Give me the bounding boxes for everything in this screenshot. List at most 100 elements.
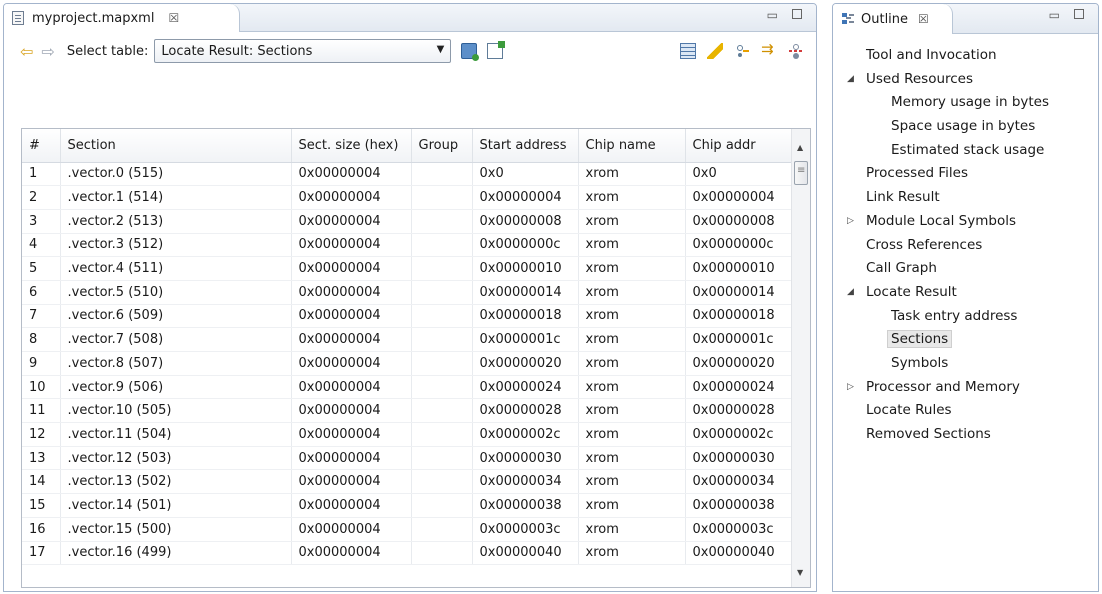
column-header-chip-name[interactable]: Chip name [578, 129, 686, 163]
vertical-scrollbar[interactable]: ▲ ▼ [791, 129, 810, 587]
cell-index: 10 [22, 375, 61, 400]
column-header-index[interactable]: # [22, 129, 61, 163]
table-row[interactable]: 17 .vector.16 (499) 0x00000004 0x00000040 xr… [22, 541, 793, 566]
outline-item-module-local-symbols[interactable]: ▷ Module Local Symbols [833, 210, 1098, 234]
forward-arrow-icon[interactable]: ⇨ [41, 42, 54, 61]
cell-chip-addr: 0x00000034 [685, 469, 793, 495]
column-header-section[interactable]: Section [60, 129, 292, 163]
import-table-icon[interactable] [487, 41, 506, 59]
outline-item-processor-and-memory[interactable]: ▷ Processor and Memory [833, 376, 1098, 400]
cell-section: .vector.7 (508) [60, 327, 292, 352]
expand-icon[interactable]: ▷ [847, 210, 854, 234]
outline-item-space-usage-in-bytes[interactable]: Space usage in bytes [833, 115, 1098, 139]
cell-size: 0x00000004 [291, 469, 412, 495]
cell-start-address: 0x0000001c [472, 327, 579, 352]
outline-item-call-graph[interactable]: Call Graph [833, 257, 1098, 281]
table-row[interactable]: 8 .vector.7 (508) 0x00000004 0x0000001c xrom… [22, 327, 793, 352]
table-row[interactable]: 5 .vector.4 (511) 0x00000004 0x00000010 xrom… [22, 256, 793, 281]
highlight-brush-icon[interactable] [707, 43, 723, 59]
table-row[interactable]: 1 .vector.0 (515) 0x00000004 0x0 xrom 0x0 [22, 162, 793, 187]
column-header-start-address[interactable]: Start address [472, 129, 579, 163]
outline-item-memory-usage-in-bytes[interactable]: Memory usage in bytes [833, 91, 1098, 115]
table-header-row: # Section Sect. size (hex) Group Start addre… [22, 129, 793, 163]
column-header-size[interactable]: Sect. size (hex) [291, 129, 412, 163]
outline-item-used-resources[interactable]: ◢ Used Resources [833, 68, 1098, 92]
cell-size: 0x00000004 [291, 304, 412, 329]
table-row[interactable]: 9 .vector.8 (507) 0x00000004 0x00000020 xrom… [22, 351, 793, 376]
export-table-icon[interactable] [461, 43, 480, 61]
outline-item-locate-result[interactable]: ◢ Locate Result [833, 281, 1098, 305]
minimize-icon[interactable]: ▭ [1049, 8, 1060, 22]
sections-table-container: # Section Sect. size (hex) Group Start addre… [21, 128, 811, 588]
table-row[interactable]: 16 .vector.15 (500) 0x00000004 0x0000003c xr… [22, 517, 793, 542]
cell-index: 14 [22, 469, 61, 495]
outline-item-tool-and-invocation[interactable]: Tool and Invocation [833, 44, 1098, 68]
column-header-chip-addr[interactable]: Chip addr [685, 129, 793, 163]
table-row[interactable]: 10 .vector.9 (506) 0x00000004 0x00000024 xro… [22, 375, 793, 400]
cell-chip-name: xrom [578, 398, 686, 424]
cell-start-address: 0x0000002c [472, 422, 579, 447]
table-row[interactable]: 3 .vector.2 (513) 0x00000004 0x00000008 xrom… [22, 209, 793, 234]
table-row[interactable]: 12 .vector.11 (504) 0x00000004 0x0000002c xr… [22, 422, 793, 447]
outline-item-label: Call Graph [866, 260, 937, 277]
table-row[interactable]: 2 .vector.1 (514) 0x00000004 0x00000004 xrom… [22, 185, 793, 210]
outline-item-removed-sections[interactable]: Removed Sections [833, 423, 1098, 447]
outline-item-processed-files[interactable]: Processed Files [833, 162, 1098, 186]
outline-item-sections[interactable]: Sections [833, 328, 1098, 352]
editor-tab[interactable]: myproject.mapxml ☒ [4, 4, 240, 32]
outline-tab[interactable]: Outline ☒ [833, 4, 953, 34]
back-arrow-icon[interactable]: ⇦ [20, 42, 33, 61]
maximize-icon[interactable] [792, 8, 802, 22]
scroll-up-icon[interactable]: ▲ [797, 143, 803, 152]
scrollbar-thumb[interactable] [794, 161, 808, 185]
cell-group [411, 398, 473, 424]
outline-item-label: Module Local Symbols [866, 212, 1016, 229]
outline-item-label: Processed Files [866, 165, 969, 182]
table-row[interactable]: 6 .vector.5 (510) 0x00000004 0x00000014 xrom… [22, 280, 793, 305]
cell-group [411, 351, 473, 376]
tree-view-icon[interactable] [734, 43, 750, 59]
outline-item-task-entry-address[interactable]: Task entry address [833, 305, 1098, 329]
table-row[interactable]: 14 .vector.13 (502) 0x00000004 0x00000034 xr… [22, 469, 793, 495]
scroll-down-icon[interactable]: ▼ [797, 568, 803, 577]
cell-chip-addr: 0x0000001c [685, 327, 793, 352]
close-icon[interactable]: ☒ [168, 11, 179, 25]
outline-item-link-result[interactable]: Link Result [833, 186, 1098, 210]
column-header-group[interactable]: Group [411, 129, 473, 163]
cell-section: .vector.3 (512) [60, 233, 292, 258]
table-row[interactable]: 15 .vector.14 (501) 0x00000004 0x00000038 xr… [22, 493, 793, 518]
collapse-icon[interactable]: ◢ [847, 281, 854, 305]
merge-arrows-icon[interactable] [761, 40, 777, 59]
outline-item-estimated-stack-usage[interactable]: Estimated stack usage [833, 139, 1098, 163]
cell-section: .vector.14 (501) [60, 493, 292, 518]
outline-item-cross-references[interactable]: Cross References [833, 234, 1098, 258]
cell-start-address: 0x00000030 [472, 446, 579, 471]
outline-item-symbols[interactable]: Symbols [833, 352, 1098, 376]
cell-chip-addr: 0x00000020 [685, 351, 793, 376]
split-icon[interactable] [788, 43, 804, 59]
collapse-icon[interactable]: ◢ [847, 68, 854, 92]
cell-section: .vector.11 (504) [60, 422, 292, 447]
outline-item-locate-rules[interactable]: Locate Rules [833, 399, 1098, 423]
cell-chip-name: xrom [578, 162, 686, 187]
mapxml-editor: myproject.mapxml ☒ ▭ ⇦ ⇨ Select table: L… [3, 3, 817, 592]
cell-chip-name: xrom [578, 541, 686, 566]
cell-group [411, 280, 473, 305]
close-icon[interactable]: ☒ [918, 12, 929, 26]
table-row[interactable]: 11 .vector.10 (505) 0x00000004 0x00000028 xr… [22, 398, 793, 424]
minimize-icon[interactable]: ▭ [767, 8, 778, 22]
maximize-icon[interactable] [1074, 8, 1084, 22]
outline-item-label: Memory usage in bytes [891, 94, 1050, 111]
chevron-down-icon: ▼ [436, 44, 445, 55]
select-table-dropdown[interactable]: Locate Result: Sections ▼ [154, 39, 452, 63]
table-view-icon[interactable] [680, 43, 696, 59]
cell-size: 0x00000004 [291, 233, 412, 258]
cell-section: .vector.4 (511) [60, 256, 292, 281]
cell-chip-name: xrom [578, 256, 686, 281]
table-row[interactable]: 4 .vector.3 (512) 0x00000004 0x0000000c xrom… [22, 233, 793, 258]
expand-icon[interactable]: ▷ [847, 376, 854, 400]
outline-item-label: Symbols [891, 354, 949, 371]
table-row[interactable]: 13 .vector.12 (503) 0x00000004 0x00000030 xr… [22, 446, 793, 471]
cell-section: .vector.1 (514) [60, 185, 292, 210]
table-row[interactable]: 7 .vector.6 (509) 0x00000004 0x00000018 xrom… [22, 304, 793, 329]
